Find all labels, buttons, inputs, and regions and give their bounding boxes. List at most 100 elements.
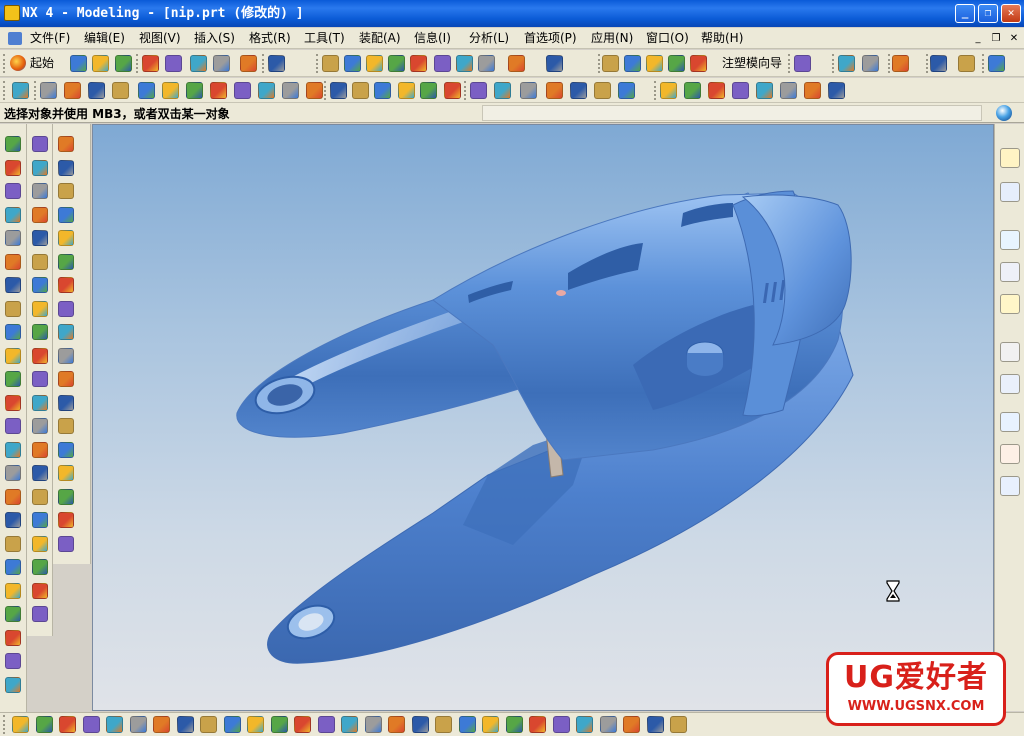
toolbar-1-tool-27-icon[interactable] <box>862 55 879 72</box>
toolbar-1-tool-12-icon[interactable] <box>366 55 383 72</box>
edit-feature-tool-19-icon[interactable] <box>32 559 48 575</box>
form-feature-tool-13-icon[interactable] <box>58 418 74 434</box>
toolbar-2-tool-24-icon[interactable] <box>570 82 587 99</box>
edit-feature-tool-5-icon[interactable] <box>32 230 48 246</box>
edit-feature-tool-12-icon[interactable] <box>32 394 48 411</box>
curve-tool-3-icon[interactable] <box>5 183 21 199</box>
toolbar-2-tool-5-icon[interactable] <box>112 82 129 99</box>
curve-tool-16-icon[interactable] <box>5 488 21 505</box>
toolbar-2-tool-14-icon[interactable] <box>330 82 347 99</box>
sketch-tool-18-icon[interactable] <box>411 716 429 733</box>
part-navigator-icon[interactable] <box>1000 182 1020 202</box>
roles-icon[interactable] <box>1000 444 1020 464</box>
toolbar-1-tool-10-icon[interactable] <box>322 55 339 72</box>
toolbar-1-tool-20-icon[interactable] <box>602 55 619 72</box>
toolbar-2-tool-15-icon[interactable] <box>352 82 369 99</box>
sketch-tool-11-icon[interactable] <box>247 716 264 733</box>
menu-format[interactable]: 格式(R) <box>249 30 291 47</box>
curve-tool-23-icon[interactable] <box>5 653 21 669</box>
edit-feature-tool-7-icon[interactable] <box>32 277 48 293</box>
curve-tool-9-icon[interactable] <box>5 324 21 340</box>
doc-close-button[interactable]: ✕ <box>1006 31 1022 46</box>
toolbar-2-tool-32-icon[interactable] <box>780 82 797 99</box>
menu-window[interactable]: 窗口(O) <box>646 30 689 47</box>
toolbar-grip[interactable] <box>316 54 319 73</box>
menu-view[interactable]: 视图(V) <box>139 30 181 47</box>
curve-tool-10-icon[interactable] <box>5 347 21 364</box>
form-feature-tool-4-icon[interactable] <box>58 206 74 223</box>
toolbar-2-tool-3-icon[interactable] <box>64 82 81 99</box>
toolbar-2-tool-29-icon[interactable] <box>708 82 725 99</box>
edit-feature-tool-1-icon[interactable] <box>32 136 48 152</box>
toolbar-2-tool-26-icon[interactable] <box>618 82 635 99</box>
edit-feature-tool-9-icon[interactable] <box>32 324 48 340</box>
toolbar-2-tool-9-icon[interactable] <box>210 82 227 99</box>
history-icon[interactable] <box>1000 342 1020 362</box>
doc-minimize-button[interactable]: _ <box>970 31 986 46</box>
toolbar-grip[interactable] <box>888 54 891 73</box>
toolbar-1-tool-25-icon[interactable] <box>794 55 811 72</box>
toolbar-2-tool-22-icon[interactable] <box>520 82 537 99</box>
menu-application[interactable]: 应用(N) <box>591 30 633 47</box>
toolbar-2-tool-18-icon[interactable] <box>420 82 437 99</box>
sketch-tool-6-icon[interactable] <box>129 716 147 733</box>
graphics-window[interactable] <box>92 124 994 711</box>
sketch-tool-12-icon[interactable] <box>270 716 288 733</box>
training-icon[interactable] <box>1000 262 1020 282</box>
form-feature-tool-8-icon[interactable] <box>58 300 74 317</box>
toolbar-1-tool-7-icon[interactable] <box>213 55 230 72</box>
toolbar-1-tool-24-icon[interactable] <box>690 55 707 72</box>
sketch-tool-13-icon[interactable] <box>294 716 311 733</box>
toolbar-1-tool-2-icon[interactable] <box>92 55 109 72</box>
menu-insert[interactable]: 插入(S) <box>194 30 235 47</box>
sketch-tool-2-icon[interactable] <box>35 716 53 733</box>
sketch-tool-9-icon[interactable] <box>200 716 217 733</box>
curve-tool-21-icon[interactable] <box>5 606 21 622</box>
curve-tool-19-icon[interactable] <box>5 559 21 575</box>
sketch-tool-10-icon[interactable] <box>223 716 241 733</box>
toolbar-2-tool-25-icon[interactable] <box>594 82 611 99</box>
curve-tool-22-icon[interactable] <box>5 629 21 646</box>
form-feature-tool-7-icon[interactable] <box>58 277 74 293</box>
menu-tools[interactable]: 工具(T) <box>304 30 345 47</box>
close-button[interactable]: ✕ <box>1001 4 1021 23</box>
edit-feature-tool-6-icon[interactable] <box>32 253 48 270</box>
toolbar-1-tool-31-icon[interactable] <box>988 55 1005 72</box>
edit-feature-tool-17-icon[interactable] <box>32 512 48 528</box>
curve-tool-20-icon[interactable] <box>5 582 21 599</box>
toolbar-1-tool-17-icon[interactable] <box>478 55 495 72</box>
system-materials-icon[interactable] <box>1000 476 1020 496</box>
form-feature-tool-16-icon[interactable] <box>58 488 74 505</box>
toolbar-1-tool-9-icon[interactable] <box>268 55 285 72</box>
toolbar-2-tool-20-icon[interactable] <box>470 82 487 99</box>
sketch-tool-28-icon[interactable] <box>646 716 664 733</box>
curve-tool-24-icon[interactable] <box>5 676 21 693</box>
document-icon[interactable] <box>8 32 22 45</box>
toolbar-2-tool-4-icon[interactable] <box>88 82 105 99</box>
form-feature-tool-2-icon[interactable] <box>58 159 74 176</box>
sketch-tool-7-icon[interactable] <box>153 716 170 733</box>
sketch-tool-14-icon[interactable] <box>317 716 335 733</box>
sketch-tool-17-icon[interactable] <box>388 716 405 733</box>
form-feature-tool-18-icon[interactable] <box>58 535 74 552</box>
toolbar-1-tool-11-icon[interactable] <box>344 55 361 72</box>
edit-feature-tool-8-icon[interactable] <box>32 300 48 317</box>
curve-tool-18-icon[interactable] <box>5 535 21 552</box>
toolbar-2-tool-19-icon[interactable] <box>444 82 461 99</box>
assembly-navigator-icon[interactable] <box>1000 148 1020 168</box>
toolbar-2-tool-6-icon[interactable] <box>138 82 155 99</box>
curve-tool-13-icon[interactable] <box>5 418 21 434</box>
toolbar-1-tool-15-icon[interactable] <box>434 55 451 72</box>
mold-wizard-button[interactable]: 注塑模向导 <box>722 53 782 73</box>
toolbar-grip[interactable] <box>136 54 139 73</box>
menu-analysis[interactable]: 分析(L) <box>469 30 509 47</box>
toolbar-2-tool-31-icon[interactable] <box>756 82 773 99</box>
doc-restore-button[interactable]: ❐ <box>988 31 1004 46</box>
toolbar-1-tool-26-icon[interactable] <box>838 55 855 72</box>
menu-help[interactable]: 帮助(H) <box>701 30 743 47</box>
form-feature-tool-11-icon[interactable] <box>58 371 74 387</box>
edit-feature-tool-20-icon[interactable] <box>32 582 48 599</box>
sketch-tool-16-icon[interactable] <box>364 716 382 733</box>
toolbar-grip[interactable] <box>3 715 6 734</box>
toolbar-2-tool-28-icon[interactable] <box>684 82 701 99</box>
